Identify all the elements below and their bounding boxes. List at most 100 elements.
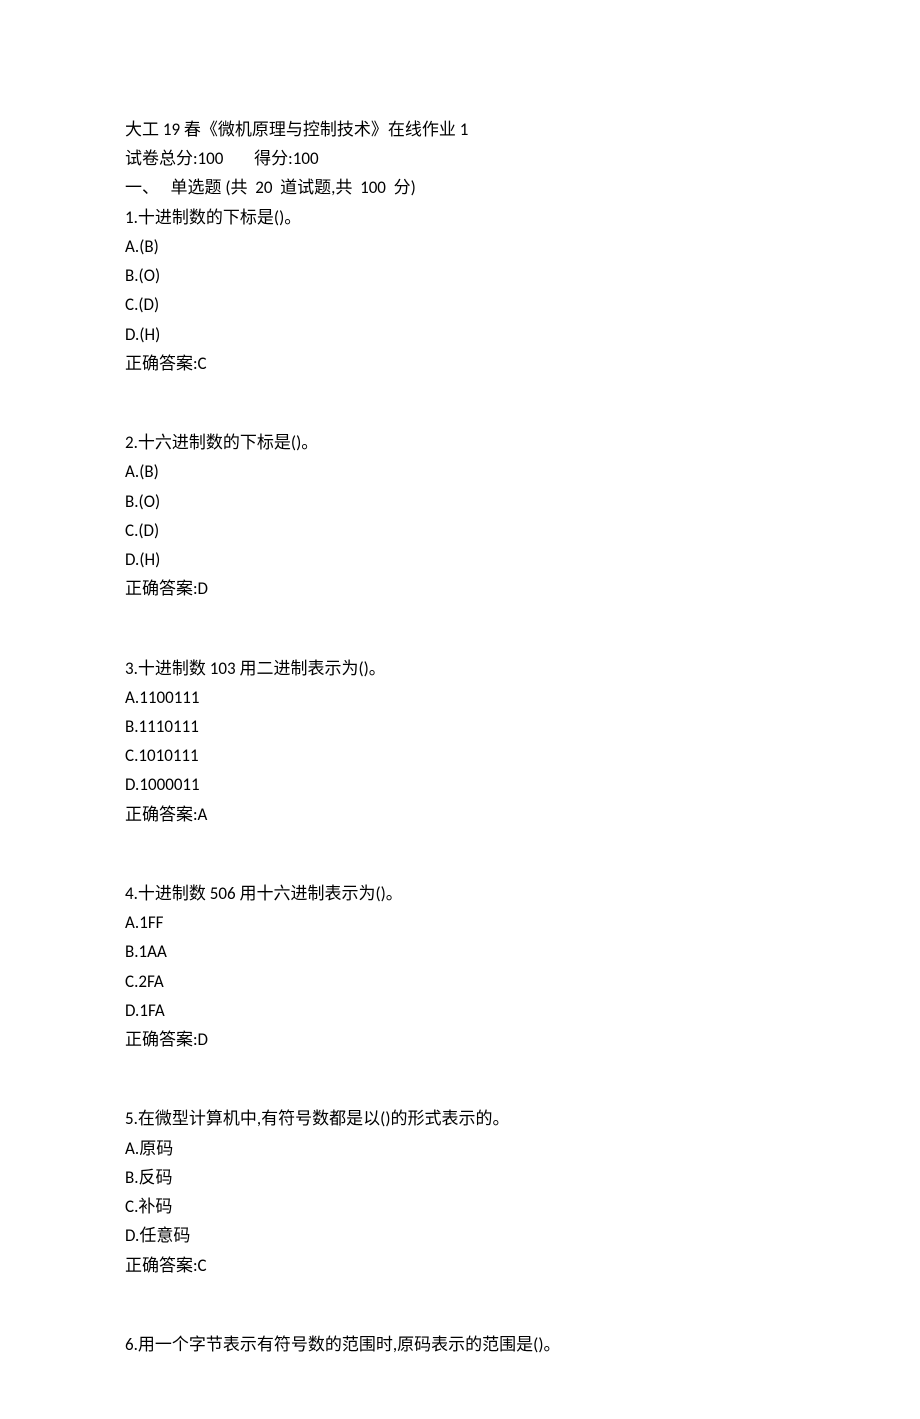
title-suffix: 1 [456, 119, 468, 140]
answer-line: 正确答案:C [125, 349, 795, 378]
option-c: C.1010111 [125, 741, 795, 770]
option-b: B.1110111 [125, 712, 795, 741]
answer-line: 正确答案:A [125, 800, 795, 829]
score-line: 试卷总分:100 得分:100 [125, 144, 795, 173]
answer-label: 正确答案 [125, 354, 193, 373]
answer-label: 正确答案 [125, 805, 193, 824]
section-p2: ) [411, 177, 416, 198]
option-prefix: D. [125, 1225, 139, 1246]
answer-label: 正确答案 [125, 1030, 193, 1049]
question-stem: 4.十进制数 506 用十六进制表示为()。 [125, 879, 795, 908]
answer-label: 正确答案 [125, 579, 193, 598]
answer-label: 正确答案 [125, 1256, 193, 1275]
title-cn2: 春《微机原理与控制技术》在线作业 [184, 120, 456, 139]
option-text: 原码 [139, 1139, 173, 1158]
question-suffix: ()。 [274, 207, 301, 228]
option-c: C.(D) [125, 290, 795, 319]
option-b: B.反码 [125, 1163, 795, 1192]
score-label-got: 得分 [254, 149, 288, 168]
question-stem: 6.用一个字节表示有符号数的范围时,原码表示的范围是()。 [125, 1330, 795, 1359]
answer-value: :D [193, 578, 208, 599]
question-suffix: ()。 [291, 432, 318, 453]
score-gap [223, 148, 254, 169]
question-4: 4.十进制数 506 用十六进制表示为()。 A.1FF B.1AA C.2FA… [125, 879, 795, 1054]
option-text: 任意码 [139, 1226, 190, 1245]
question-suffix: ()。 [358, 658, 385, 679]
title-mid: 19 [159, 119, 184, 140]
question-mid: 103 [206, 658, 240, 679]
answer-line: 正确答案:C [125, 1251, 795, 1280]
document-body: 大工 19 春《微机原理与控制技术》在线作业 1 试卷总分:100 得分:100… [125, 115, 795, 1359]
question-text-2: 用十六进制表示为 [239, 884, 375, 903]
question-number: 6. [125, 1334, 138, 1355]
option-a: A.原码 [125, 1134, 795, 1163]
option-a: A.(B) [125, 232, 795, 261]
option-d: D.(H) [125, 320, 795, 349]
question-2: 2.十六进制数的下标是()。 A.(B) B.(O) C.(D) D.(H) 正… [125, 428, 795, 603]
question-text-1: 用一个字节表示有符号数的范围时 [138, 1335, 393, 1354]
question-text-1: 十进制数 [138, 884, 206, 903]
question-stem: 5.在微型计算机中,有符号数都是以()的形式表示的。 [125, 1104, 795, 1133]
score-total-value: :100 [193, 148, 223, 169]
question-5: 5.在微型计算机中,有符号数都是以()的形式表示的。 A.原码 B.反码 C.补… [125, 1104, 795, 1279]
question-paren: () [380, 1108, 390, 1129]
question-suffix: ()。 [375, 883, 402, 904]
option-text: 反码 [139, 1168, 173, 1187]
option-b: B.1AA [125, 937, 795, 966]
answer-value: :A [193, 804, 207, 825]
option-a: A.1FF [125, 908, 795, 937]
question-text: 十进制数的下标是 [138, 208, 274, 227]
section-header: 一、 单选题 (共 20 道试题,共 100 分) [125, 173, 795, 202]
section-mid1: 20 [248, 177, 281, 198]
option-a: A.(B) [125, 457, 795, 486]
question-text-2: 原码表示的范围是 [397, 1335, 533, 1354]
question-number: 1. [125, 207, 138, 228]
option-prefix: C. [125, 1196, 138, 1217]
option-d: D.1FA [125, 996, 795, 1025]
question-number: 5. [125, 1108, 138, 1129]
option-prefix: A. [125, 1138, 139, 1159]
question-6: 6.用一个字节表示有符号数的范围时,原码表示的范围是()。 [125, 1330, 795, 1359]
option-c: C.补码 [125, 1192, 795, 1221]
question-stem: 3.十进制数 103 用二进制表示为()。 [125, 654, 795, 683]
section-gap [159, 177, 171, 198]
title-prefix: 大工 [125, 120, 159, 139]
option-d: D.1000011 [125, 770, 795, 799]
section-type: 单选题 [171, 178, 222, 197]
question-number: 3. [125, 658, 138, 679]
document-title: 大工 19 春《微机原理与控制技术》在线作业 1 [125, 115, 795, 144]
section-cn4: 道试题 [280, 178, 331, 197]
answer-value: :C [193, 353, 207, 374]
option-prefix: B. [125, 1167, 139, 1188]
question-text-1: 在微型计算机中 [138, 1109, 257, 1128]
option-c: C.(D) [125, 516, 795, 545]
option-d: D.(H) [125, 545, 795, 574]
section-cn3: 共 [231, 178, 248, 197]
section-num: 一、 [125, 178, 159, 197]
option-c: C.2FA [125, 967, 795, 996]
question-text: 十六进制数的下标是 [138, 433, 291, 452]
question-3: 3.十进制数 103 用二进制表示为()。 A.1100111 B.111011… [125, 654, 795, 829]
question-number: 2. [125, 432, 138, 453]
section-cn6: 分 [394, 178, 411, 197]
question-stem: 2.十六进制数的下标是()。 [125, 428, 795, 457]
question-suffix: ()。 [533, 1334, 560, 1355]
question-mid: 506 [206, 883, 240, 904]
section-mid2: 100 [352, 177, 393, 198]
option-text: 补码 [138, 1197, 172, 1216]
answer-line: 正确答案:D [125, 1025, 795, 1054]
answer-line: 正确答案:D [125, 574, 795, 603]
section-cn5: 共 [335, 178, 352, 197]
question-stem: 1.十进制数的下标是()。 [125, 203, 795, 232]
option-b: B.(O) [125, 487, 795, 516]
option-d: D.任意码 [125, 1221, 795, 1250]
question-1: 1.十进制数的下标是()。 A.(B) B.(O) C.(D) D.(H) 正确… [125, 203, 795, 378]
question-text-1: 十进制数 [138, 659, 206, 678]
section-p1: ( [222, 177, 231, 198]
score-label-total: 试卷总分 [125, 149, 193, 168]
question-text-3: 的形式表示的。 [390, 1109, 509, 1128]
option-b: B.(O) [125, 261, 795, 290]
question-text-2: 有符号数都是以 [261, 1109, 380, 1128]
option-a: A.1100111 [125, 683, 795, 712]
score-got-value: :100 [288, 148, 318, 169]
